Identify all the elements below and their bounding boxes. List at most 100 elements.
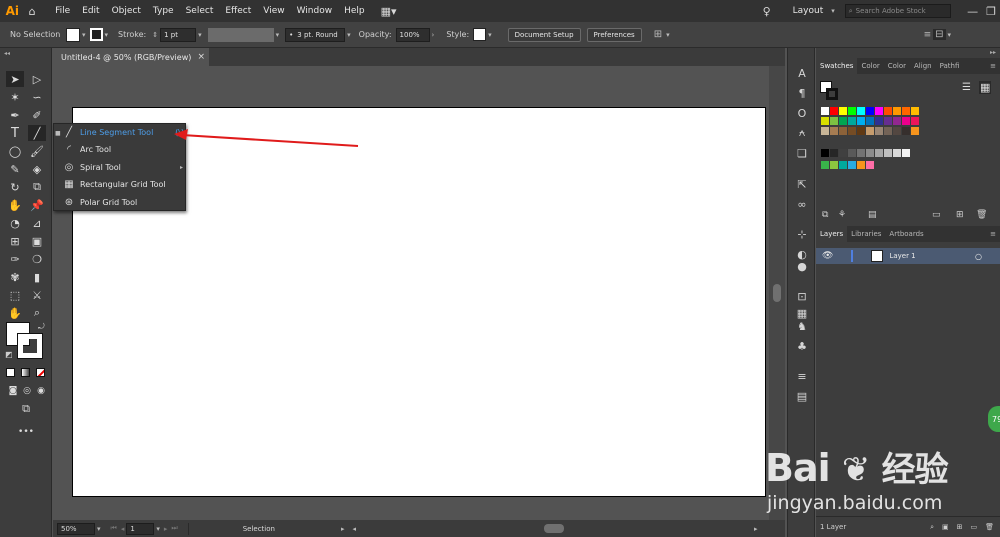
warp-tool-icon[interactable]: ✋	[6, 197, 24, 213]
perspective-grid-tool-icon[interactable]: ⊿	[28, 215, 46, 231]
gradient-mode-icon[interactable]	[21, 368, 30, 377]
mesh-tool-icon[interactable]: ⊞	[6, 233, 24, 249]
arrange-documents-icon[interactable]: ▦▾	[377, 5, 401, 18]
swatch[interactable]	[893, 149, 901, 157]
document-setup-button[interactable]: Document Setup	[507, 27, 581, 42]
opacity-arrow-icon[interactable]: ›	[430, 31, 437, 39]
tab-libraries[interactable]: Libraries	[847, 226, 885, 242]
swatch[interactable]	[848, 117, 856, 125]
layer-row[interactable]: 👁 Layer 1 ○	[816, 248, 1000, 264]
gradient-panel-icon[interactable]: ▤	[794, 388, 810, 404]
stroke-weight-dropdown-icon[interactable]: ▾	[196, 31, 204, 39]
minimize-icon[interactable]: —	[963, 5, 982, 18]
zoom-tool-icon[interactable]: ⌕	[28, 305, 46, 321]
graphic-style-swatch[interactable]	[473, 28, 487, 41]
direct-selection-tool-icon[interactable]: ▷	[28, 71, 46, 87]
brush-definition[interactable]: • 3 pt. Round	[285, 27, 346, 42]
swatch[interactable]	[902, 107, 910, 115]
eraser-tool-icon[interactable]: ◈	[28, 161, 46, 177]
export-icon[interactable]: ⇱	[794, 176, 810, 192]
tab-layers[interactable]: Layers	[816, 226, 848, 242]
swatch[interactable]	[875, 149, 883, 157]
char-styles-icon[interactable]: ❏	[794, 145, 810, 161]
menu-file[interactable]: File	[49, 6, 76, 16]
style-dropdown-icon[interactable]: ▾	[486, 31, 494, 39]
selection-tool-icon[interactable]: ➤	[6, 71, 24, 87]
swatch[interactable]	[839, 107, 847, 115]
scale-tool-icon[interactable]: ⧉	[28, 179, 46, 195]
swap-fill-stroke-icon[interactable]: ⤾	[38, 322, 45, 332]
pen-tool-icon[interactable]: ✒	[6, 107, 24, 123]
swatch[interactable]	[875, 117, 883, 125]
swatch[interactable]	[848, 149, 856, 157]
swatch[interactable]	[848, 107, 856, 115]
menu-type[interactable]: Type	[147, 6, 180, 16]
swatch-options-icon[interactable]: ▤	[868, 210, 877, 220]
type-tool-icon[interactable]: T	[6, 125, 24, 141]
list-view-icon[interactable]: ☰	[962, 82, 971, 93]
artboards-icon[interactable]: ⊡	[794, 288, 810, 304]
fill-swatch[interactable]	[66, 27, 80, 42]
transform-icon[interactable]: ⊹	[794, 226, 810, 242]
swatch[interactable]	[866, 161, 874, 169]
swatch[interactable]	[893, 107, 901, 115]
tab-color-guide[interactable]: Color	[884, 58, 910, 74]
swatch[interactable]	[875, 107, 883, 115]
none-mode-icon[interactable]	[36, 368, 45, 377]
arrange-dropdown-icon[interactable]: ▾	[946, 31, 954, 39]
blend-tool-icon[interactable]: ❍	[28, 251, 46, 267]
swatch[interactable]	[857, 127, 865, 135]
swatch[interactable]	[893, 127, 901, 135]
paragraph-icon[interactable]: ¶	[794, 85, 810, 101]
swatch[interactable]	[857, 117, 865, 125]
swatch[interactable]	[821, 117, 829, 125]
artboard-number-field[interactable]: 1	[126, 522, 155, 535]
slice-tool-icon[interactable]: ⚔	[28, 287, 46, 303]
swatch[interactable]	[902, 149, 910, 157]
opacity-field[interactable]: 100%	[395, 27, 430, 42]
menu-window[interactable]: Window	[291, 6, 339, 16]
restore-icon[interactable]: ❐	[982, 5, 1000, 18]
swatch[interactable]	[866, 117, 874, 125]
active-stroke-swatch[interactable]	[826, 88, 838, 100]
magic-wand-tool-icon[interactable]: ✶	[6, 89, 24, 105]
swatch[interactable]	[875, 127, 883, 135]
swatch-libraries-icon[interactable]: ⧉	[822, 210, 828, 220]
swatch[interactable]	[821, 127, 829, 135]
opentype-icon[interactable]: O	[794, 105, 810, 121]
swatch[interactable]	[884, 127, 892, 135]
home-icon[interactable]: ⌂	[25, 5, 40, 18]
swatch[interactable]	[902, 127, 910, 135]
flyout-item-polar-grid[interactable]: ⊛ Polar Grid Tool	[62, 194, 184, 211]
column-graph-tool-icon[interactable]: ▮	[28, 269, 46, 285]
hand-tool-icon[interactable]: ✋	[6, 305, 24, 321]
shaper-tool-icon[interactable]: ✎	[6, 161, 24, 177]
swatch[interactable]	[821, 149, 829, 157]
show-kinds-icon[interactable]: ⚘	[838, 210, 846, 220]
next-artboard-icon[interactable]: ▸	[162, 525, 170, 533]
tab-artboards[interactable]: Artboards	[885, 226, 927, 242]
document-tab[interactable]: Untitled-4 @ 50% (RGB/Preview) ×	[53, 48, 209, 66]
menu-view[interactable]: View	[257, 6, 290, 16]
swatch[interactable]	[839, 117, 847, 125]
panel-menu-icon[interactable]: ≡	[922, 30, 934, 40]
swatch[interactable]	[857, 149, 865, 157]
swatch[interactable]	[830, 127, 838, 135]
clubs-icon[interactable]: ♣	[794, 338, 810, 354]
character-icon[interactable]: A	[794, 65, 810, 81]
swatch[interactable]	[839, 149, 847, 157]
lasso-tool-icon[interactable]: ∽	[28, 89, 46, 105]
swatch[interactable]	[830, 161, 838, 169]
close-icon[interactable]: ×	[197, 52, 205, 62]
first-artboard-icon[interactable]: ⏮	[109, 524, 119, 533]
tearoff-arrow-icon[interactable]: ▸	[180, 164, 183, 171]
swatch[interactable]	[866, 127, 874, 135]
more-tools-icon[interactable]: •••	[17, 424, 35, 440]
brush-dropdown-icon[interactable]: ▾	[345, 31, 353, 39]
tab-color[interactable]: Color	[857, 58, 883, 74]
scroll-thumb[interactable]	[773, 284, 781, 302]
swatch[interactable]	[902, 117, 910, 125]
thumbnail-view-icon[interactable]: ▦	[979, 81, 992, 94]
zoom-field[interactable]: 50%	[57, 522, 95, 535]
profile-dropdown-icon[interactable]: ▾	[274, 31, 282, 39]
